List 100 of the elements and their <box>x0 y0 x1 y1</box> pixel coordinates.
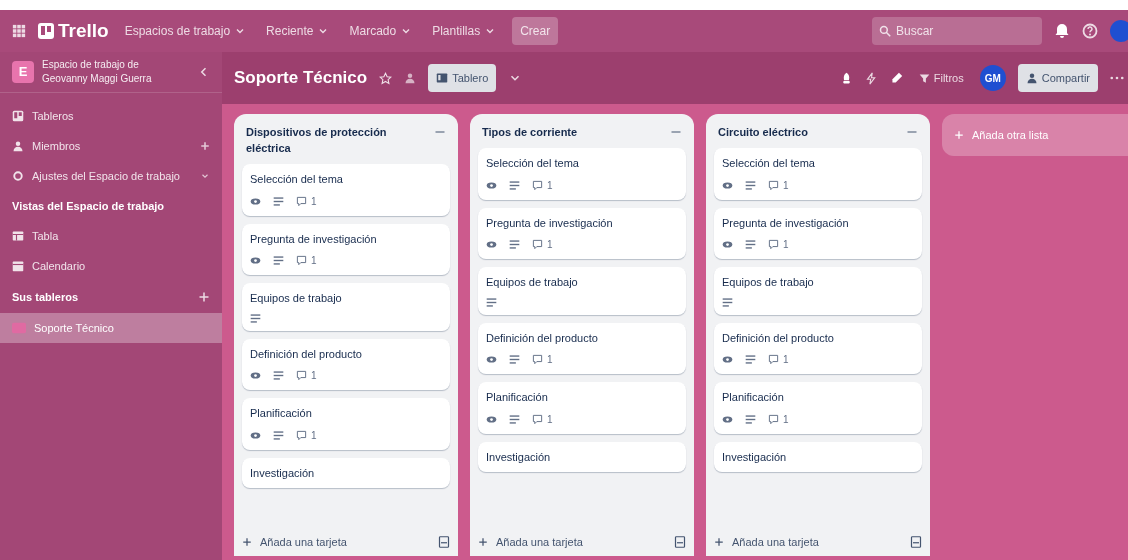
template-icon[interactable] <box>674 536 686 548</box>
card-title: Pregunta de investigación <box>250 231 378 247</box>
lightning-icon[interactable] <box>864 71 878 85</box>
help-icon[interactable] <box>1082 23 1098 39</box>
board-title: Soporte Técnico <box>234 67 368 90</box>
sidebar-item[interactable]: Calendario <box>0 251 222 281</box>
add-card-button[interactable]: Añada una tarjeta <box>478 533 666 551</box>
add-card-button[interactable]: Añada una tarjeta <box>714 533 902 551</box>
workspace-name: Espacio de trabajo de Geovanny Maggi Guerra <box>42 58 153 86</box>
card[interactable]: Selección del tema 1 <box>714 148 922 200</box>
sidebar-item[interactable]: Tableros <box>0 101 222 131</box>
board-icon <box>436 72 449 84</box>
card[interactable]: Selección del tema 1 <box>478 148 686 200</box>
card-title: Definición del producto <box>250 346 363 362</box>
comment-icon <box>296 429 307 441</box>
search-icon <box>879 25 891 37</box>
comment-icon <box>296 370 307 381</box>
trello-logo[interactable]: Trello <box>38 16 109 46</box>
card[interactable]: Planificación 1 <box>478 382 686 434</box>
comment-icon <box>532 179 543 191</box>
comment-icon <box>296 255 307 266</box>
card-title: Selección del tema <box>722 156 816 171</box>
filter-button[interactable]: Filtros <box>914 69 968 87</box>
comment-count: 1 <box>532 177 553 193</box>
star-icon[interactable] <box>379 71 393 85</box>
card-title: Equipos de trabajo <box>722 275 815 290</box>
card[interactable]: Equipos de trabajo <box>478 267 686 315</box>
card[interactable]: Pregunta de investigación 1 <box>242 223 450 275</box>
workspace-avatar: E <box>12 61 34 83</box>
card[interactable]: Definición del producto 1 <box>714 322 922 374</box>
card[interactable]: Pregunta de investigación 1 <box>478 207 686 259</box>
plus-icon <box>954 130 964 140</box>
logo-icon <box>38 23 54 39</box>
card-title: Equipos de trabajo <box>250 291 343 306</box>
card[interactable]: Selección del tema 1 <box>242 164 450 216</box>
card-title: Equipos de trabajo <box>486 275 579 290</box>
card[interactable]: Investigación <box>242 457 450 488</box>
comment-count: 1 <box>768 237 789 252</box>
filter-icon <box>918 72 930 84</box>
gear-icon <box>12 170 24 182</box>
nav-menu-button[interactable]: Espacios de trabajo <box>120 22 251 40</box>
card[interactable]: Definición del producto 1 <box>478 322 686 374</box>
card-title: Investigación <box>250 465 316 481</box>
comment-icon <box>532 239 543 250</box>
board-view-button[interactable]: Tablero <box>428 64 497 92</box>
notification-icon[interactable] <box>1054 23 1070 39</box>
card-title: Planificación <box>486 390 549 405</box>
template-icon[interactable] <box>910 536 922 548</box>
apps-menu-icon[interactable] <box>12 24 26 38</box>
card[interactable]: Equipos de trabajo <box>714 267 922 315</box>
pencil-icon[interactable] <box>889 71 903 85</box>
comment-count: 1 <box>532 352 553 367</box>
section-heading: Vistas del Espacio de trabajo <box>11 198 166 214</box>
nav-menu-button[interactable]: Reciente <box>262 22 334 40</box>
sidebar-item[interactable]: Miembros <box>0 131 222 161</box>
plus-icon <box>242 537 252 547</box>
nav-menu-button[interactable]: Marcado <box>345 22 417 40</box>
section-heading: Sus tableros <box>12 289 80 305</box>
card-title: Investigación <box>722 449 788 465</box>
comment-icon <box>532 354 543 365</box>
comment-count: 1 <box>768 352 789 367</box>
comment-icon <box>296 195 307 207</box>
card[interactable]: Pregunta de investigación 1 <box>714 207 922 259</box>
comment-icon <box>768 354 779 365</box>
card[interactable]: Planificación 1 <box>714 382 922 434</box>
person-icon[interactable] <box>404 72 417 84</box>
comment-icon <box>768 179 779 191</box>
comment-icon <box>532 413 543 425</box>
card-title: Selección del tema <box>486 156 580 171</box>
list-title: Tipos de corriente <box>482 125 579 140</box>
sidebar-item[interactable]: Tabla <box>0 221 222 251</box>
comment-icon <box>768 239 779 250</box>
card-title: Definición del producto <box>486 330 599 346</box>
add-card-button[interactable]: Añada una tarjeta <box>242 533 430 551</box>
comment-count: 1 <box>296 193 317 209</box>
member-avatar[interactable]: GM <box>979 65 1006 91</box>
card[interactable]: Definición del producto 1 <box>242 338 450 390</box>
card-title: Investigación <box>486 449 552 465</box>
card-title: Planificación <box>722 390 785 405</box>
plus-icon <box>200 141 210 151</box>
card[interactable]: Investigación <box>478 441 686 472</box>
card[interactable]: Planificación 1 <box>242 398 450 450</box>
card-title: Pregunta de investigación <box>722 215 850 231</box>
card-title: Definición del producto <box>722 330 835 346</box>
share-button[interactable]: Compartir <box>1017 64 1098 92</box>
comment-count: 1 <box>532 411 553 427</box>
comment-count: 1 <box>296 253 317 268</box>
plus-icon <box>714 537 724 547</box>
card[interactable]: Investigación <box>714 441 922 472</box>
card-title: Selección del tema <box>250 172 344 187</box>
plus-icon[interactable] <box>198 291 210 303</box>
comment-icon <box>768 413 779 425</box>
comment-count: 1 <box>532 237 553 252</box>
nav-menu-button[interactable]: Plantillas <box>428 22 501 40</box>
list-title: Circuito eléctrico <box>718 125 809 140</box>
template-icon[interactable] <box>438 536 450 548</box>
comment-count: 1 <box>768 177 789 193</box>
card[interactable]: Equipos de trabajo <box>242 283 450 331</box>
sidebar-item[interactable]: Ajustes del Espacio de trabajo <box>0 161 222 191</box>
plus-icon <box>478 537 488 547</box>
